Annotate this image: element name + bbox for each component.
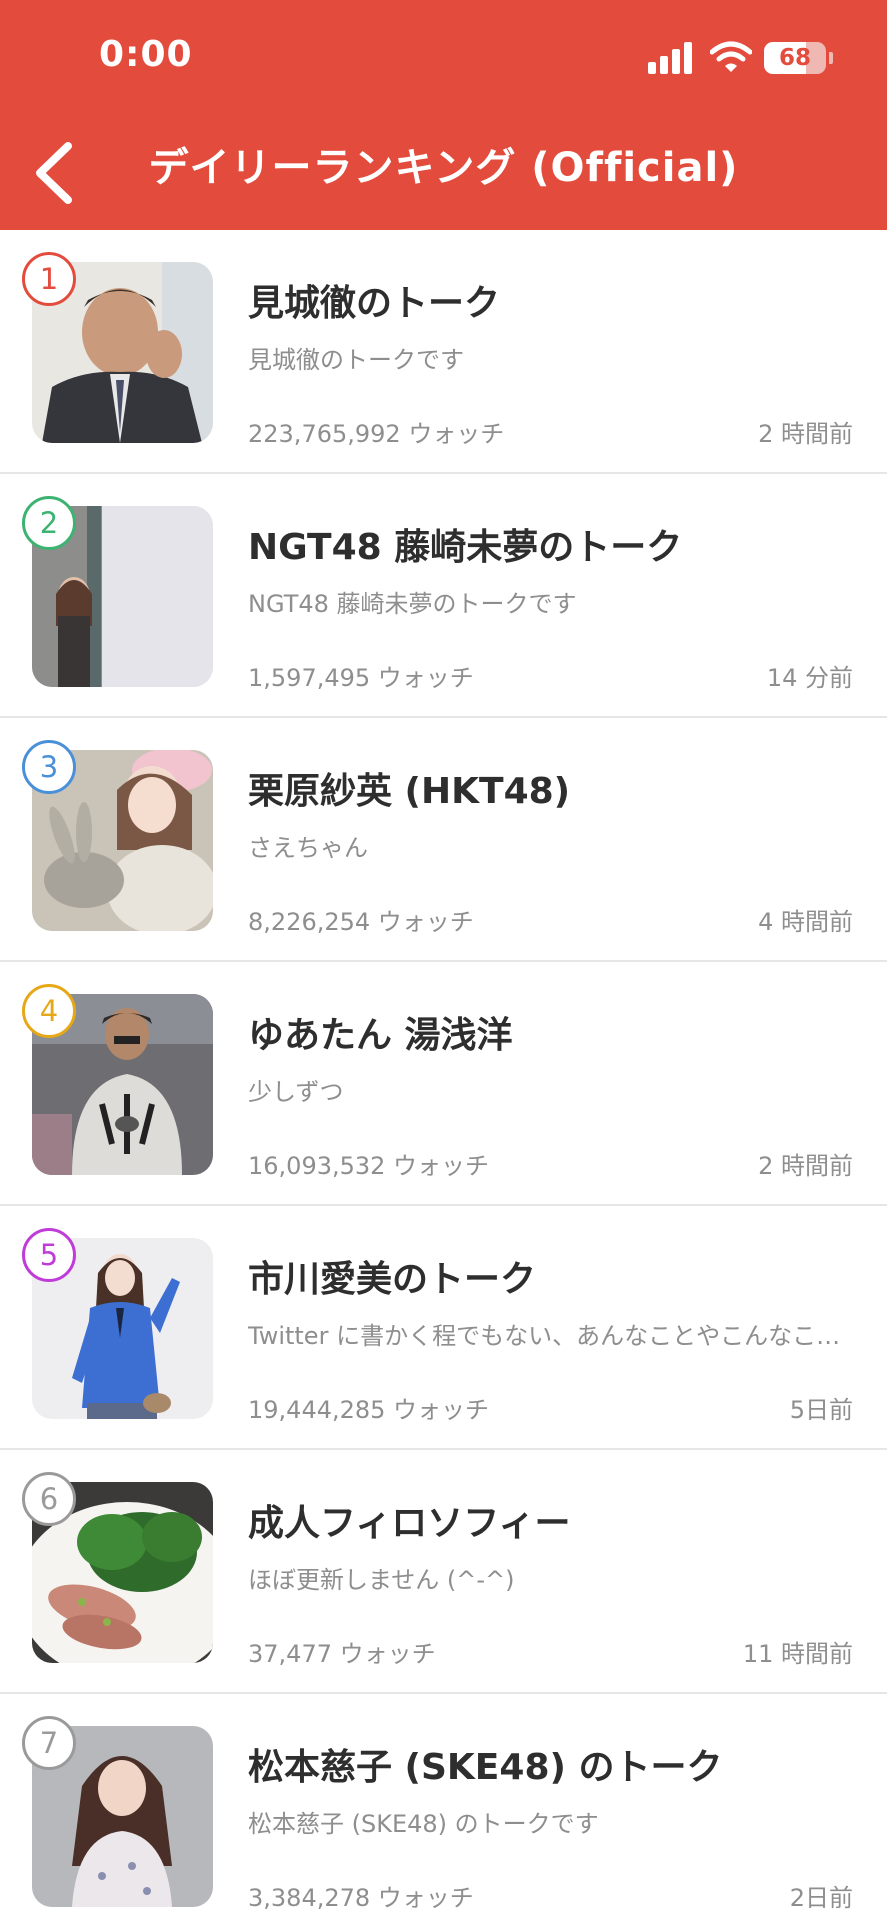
updated-time: 2 時間前 [758,1152,853,1180]
updated-time: 4 時間前 [758,908,853,936]
ranking-item-2[interactable]: 2 NGT48 藤崎未夢のトーク NGT48 藤崎未夢のトークです 1,597,… [0,474,887,718]
rank-badge: 1 [22,252,76,306]
updated-time: 14 分前 [766,664,853,692]
ranking-item-6[interactable]: 6 成人フィロソフィー ほぼ更新しません (^-^) 37,477 ウォッチ 1… [0,1450,887,1694]
battery-icon: 68 [764,42,826,74]
cellular-signal-icon [648,42,694,74]
talk-description: 少しずつ [248,1078,344,1106]
updated-time: 11 時間前 [742,1640,853,1668]
updated-time: 5日前 [789,1396,853,1424]
ranking-item-5[interactable]: 5 市川愛美のトーク Twitter に書かく程でもない、あんなことやこんなこと… [0,1206,887,1450]
rank-badge: 4 [22,984,76,1038]
battery-nub [829,52,833,64]
back-arrow-icon[interactable] [28,138,88,208]
watch-count: 3,384,278 ウォッチ [248,1884,474,1912]
rank-badge: 2 [22,496,76,550]
talk-description: 松本慈子 (SKE48) のトークです [248,1810,599,1838]
talk-description: ほぼ更新しません (^-^) [248,1566,515,1594]
talk-description: NGT48 藤崎未夢のトークです [248,590,577,618]
battery-percent: 68 [778,45,811,71]
talk-name: 松本慈子 (SKE48) のトーク [248,1747,723,1788]
rank-badge: 5 [22,1228,76,1282]
ranking-item-3[interactable]: 3 栗原紗英 (HKT48) さえちゃん 8,226,254 ウォッチ 4 時間… [0,718,887,962]
ranking-item-1[interactable]: 1 見城徹のトーク 見城徹のトークです 223,765,992 ウォッチ 2 時… [0,230,887,474]
talk-name: 栗原紗英 (HKT48) [248,771,571,812]
talk-name: 市川愛美のトーク [248,1259,537,1300]
rank-badge: 3 [22,740,76,794]
status-bar: 0:00 68 [0,0,887,118]
wifi-icon [710,41,752,72]
ranking-list: 1 見城徹のトーク 見城徹のトークです 223,765,992 ウォッチ 2 時… [0,230,887,1920]
rank-badge: 7 [22,1716,76,1770]
nav-bar: デイリーランキング (Official) [0,118,887,230]
watch-count: 223,765,992 ウォッチ [248,420,505,448]
rank-badge: 6 [22,1472,76,1526]
talk-name: NGT48 藤崎未夢のトーク [248,527,683,568]
watch-count: 37,477 ウォッチ [248,1640,436,1668]
watch-count: 1,597,495 ウォッチ [248,664,474,692]
app-header: 0:00 68 デイリーランキング (Official) [0,0,887,230]
watch-count: 16,093,532 ウォッチ [248,1152,490,1180]
talk-description: Twitter に書かく程でもない、あんなことやこんなことをつぶやきます [248,1322,848,1350]
updated-time: 2 時間前 [758,420,853,448]
page-title: デイリーランキング (Official) [148,145,739,191]
watch-count: 19,444,285 ウォッチ [248,1396,490,1424]
talk-description: さえちゃん [248,834,368,862]
ranking-item-4[interactable]: 4 ゆあたん 湯浅洋 少しずつ 16,093,532 ウォッチ 2 時間前 [0,962,887,1206]
talk-description: 見城徹のトークです [248,346,464,374]
talk-name: 成人フィロソフィー [248,1503,571,1544]
talk-name: 見城徹のトーク [248,283,501,324]
ranking-item-7[interactable]: 7 松本慈子 (SKE48) のトーク 松本慈子 (SKE48) のトークです … [0,1694,887,1920]
talk-name: ゆあたん 湯浅洋 [248,1015,513,1056]
updated-time: 2日前 [789,1884,853,1912]
watch-count: 8,226,254 ウォッチ [248,908,474,936]
status-time: 0:00 [99,34,193,75]
